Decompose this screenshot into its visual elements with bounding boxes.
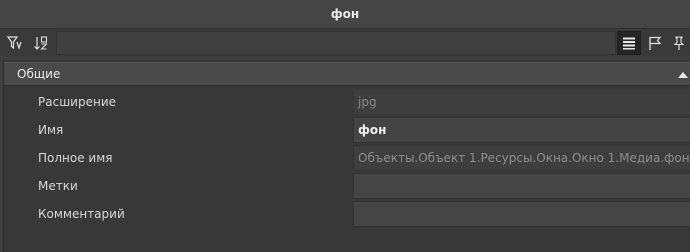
- property-row-full-name: Полное имя Объекты.Объект 1.Ресурсы.Окна…: [4, 144, 690, 172]
- property-value-extension: jpg: [353, 89, 690, 115]
- property-label: Комментарий: [38, 207, 125, 221]
- section-header-general[interactable]: Общие: [4, 62, 690, 86]
- filter-button[interactable]: [3, 31, 27, 55]
- pin-icon: [673, 36, 685, 50]
- property-value-tags[interactable]: [353, 173, 690, 199]
- flag-icon: [649, 36, 662, 50]
- property-label: Расширение: [38, 95, 116, 109]
- property-value-name[interactable]: фон: [353, 117, 690, 143]
- property-value-comment[interactable]: [353, 201, 690, 227]
- collapse-icon[interactable]: [677, 69, 689, 79]
- property-label: Имя: [38, 123, 64, 137]
- filter-icon: [6, 36, 22, 50]
- list-view-icon: [623, 37, 635, 50]
- toolbar: [0, 28, 690, 56]
- property-row-tags: Метки: [4, 172, 690, 200]
- property-row-name: Имя фон: [4, 116, 690, 144]
- property-row-comment: Комментарий: [4, 200, 690, 228]
- window-title-text: фон: [330, 7, 360, 21]
- sort-button[interactable]: [29, 31, 53, 55]
- list-view-button[interactable]: [617, 31, 641, 55]
- property-value-full-name: Объекты.Объект 1.Ресурсы.Окна.Окно 1.Мед…: [353, 145, 690, 171]
- filter-input[interactable]: [56, 31, 616, 55]
- sort-icon: [34, 36, 48, 50]
- section-title: Общие: [17, 67, 61, 81]
- property-label: Полное имя: [38, 151, 113, 165]
- property-label: Метки: [38, 179, 78, 193]
- property-row-extension: Расширение jpg: [4, 88, 690, 116]
- pin-button[interactable]: [668, 31, 690, 55]
- properties-panel: Общие Расширение jpg Имя фон Полное имя …: [3, 60, 690, 252]
- window-title: фон: [0, 0, 690, 28]
- flag-button[interactable]: [643, 31, 667, 55]
